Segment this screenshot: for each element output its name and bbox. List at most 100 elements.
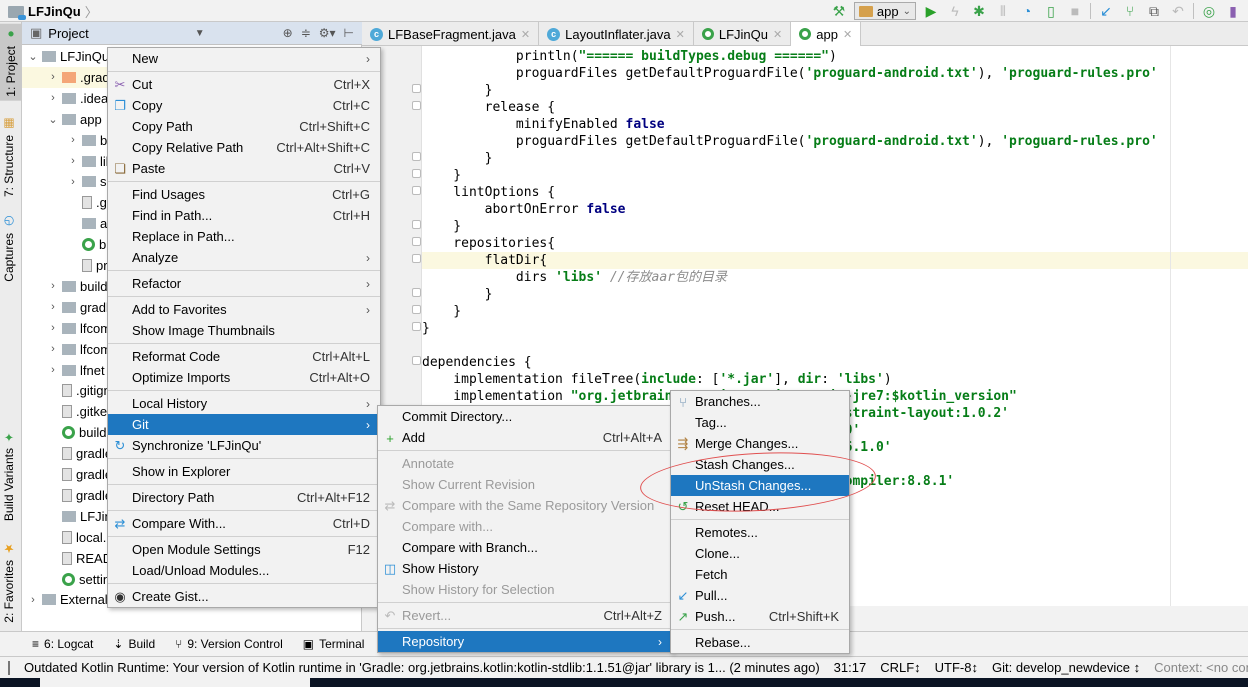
chevron-down-icon[interactable]: ⌄: [48, 113, 58, 126]
chevron-right-icon[interactable]: ›: [68, 134, 78, 146]
close-icon[interactable]: ✕: [843, 28, 852, 41]
attach-debugger-icon[interactable]: ⫴: [994, 2, 1012, 20]
chevron-right-icon[interactable]: ›: [48, 71, 58, 83]
menu-item-clone[interactable]: Clone...: [671, 543, 849, 564]
gradle-sync-icon[interactable]: ◎: [1200, 2, 1218, 20]
line-separator-selector[interactable]: CRLF↕: [880, 660, 920, 675]
menu-item-commit-directory[interactable]: Commit Directory...: [378, 406, 672, 427]
bottom-tool-build[interactable]: ⇣ Build: [113, 637, 155, 651]
menu-item-stash-changes[interactable]: Stash Changes...: [671, 454, 849, 475]
fold-marker-icon[interactable]: [412, 84, 421, 93]
menu-item-copy-relative-path[interactable]: Copy Relative Path Ctrl+Alt+Shift+C: [108, 137, 380, 158]
bottom-tool-terminal[interactable]: ▣ Terminal: [303, 637, 365, 651]
event-log-icon[interactable]: [8, 660, 10, 675]
menu-item-local-history[interactable]: Local History ›: [108, 393, 380, 414]
fold-marker-icon[interactable]: [412, 186, 421, 195]
menu-item-merge-changes[interactable]: ⇶ Merge Changes...: [671, 433, 849, 454]
breadcrumb-project[interactable]: LFJinQu: [28, 4, 81, 19]
menu-item-copy-path[interactable]: Copy Path Ctrl+Shift+C: [108, 116, 380, 137]
avd-manager-icon[interactable]: ▮: [1224, 2, 1242, 20]
bottom-tool-9-version-control[interactable]: ⑂ 9: Version Control: [175, 637, 283, 651]
hammer-build-icon[interactable]: ⚒: [830, 2, 848, 20]
chevron-right-icon[interactable]: ›: [48, 364, 58, 376]
vcs-revert-icon[interactable]: ↶: [1169, 2, 1187, 20]
fold-marker-icon[interactable]: [412, 322, 421, 331]
fold-marker-icon[interactable]: [412, 254, 421, 263]
fold-marker-icon[interactable]: [412, 237, 421, 246]
taskbar-item[interactable]: [40, 678, 310, 687]
menu-item-synchronize-lfjinqu[interactable]: ↻ Synchronize 'LFJinQu': [108, 435, 380, 456]
vcs-history-icon[interactable]: ⧉: [1145, 2, 1163, 20]
debug-icon[interactable]: ✱: [970, 2, 988, 20]
vcs-update-icon[interactable]: ↙: [1097, 2, 1115, 20]
gear-icon[interactable]: ⚙▾: [319, 26, 336, 40]
menu-item-cut[interactable]: ✂ Cut Ctrl+X: [108, 74, 380, 95]
fold-marker-icon[interactable]: [412, 220, 421, 229]
menu-item-analyze[interactable]: Analyze ›: [108, 247, 380, 268]
tool-tab-project[interactable]: 1: Project ●: [0, 24, 22, 101]
project-view-selector[interactable]: Project: [48, 26, 88, 41]
vcs-commit-icon[interactable]: ⑂: [1121, 2, 1139, 20]
menu-item-create-gist[interactable]: ◉ Create Gist...: [108, 586, 380, 607]
tool-tab-build-variants[interactable]: Build Variants ✦: [2, 430, 16, 521]
menu-item-add-to-favorites[interactable]: Add to Favorites ›: [108, 299, 380, 320]
stop-icon[interactable]: ■: [1066, 2, 1084, 20]
run-icon[interactable]: ▶: [922, 2, 940, 20]
menu-item-load-unload-modules[interactable]: Load/Unload Modules...: [108, 560, 380, 581]
fold-marker-icon[interactable]: [412, 288, 421, 297]
editor-tab[interactable]: c LayoutInflater.java ✕: [539, 22, 694, 46]
fold-marker-icon[interactable]: [412, 169, 421, 178]
menu-item-reformat-code[interactable]: Reformat Code Ctrl+Alt+L: [108, 346, 380, 367]
menu-item-show-history[interactable]: ◫ Show History: [378, 558, 672, 579]
menu-item-tag[interactable]: Tag...: [671, 412, 849, 433]
chevron-right-icon[interactable]: ›: [48, 92, 58, 104]
menu-item-branches[interactable]: ⑂ Branches...: [671, 391, 849, 412]
menu-item-copy[interactable]: ❐ Copy Ctrl+C: [108, 95, 380, 116]
chevron-right-icon[interactable]: ›: [48, 280, 58, 292]
chevron-down-icon[interactable]: ⌄: [28, 50, 38, 63]
chevron-right-icon[interactable]: ›: [68, 155, 78, 167]
editor-tab[interactable]: c LFBaseFragment.java ✕: [362, 22, 540, 46]
close-icon[interactable]: ✕: [676, 28, 685, 41]
git-branch-selector[interactable]: Git: develop_newdevice ↕: [992, 660, 1140, 675]
menu-item-directory-path[interactable]: Directory Path Ctrl+Alt+F12: [108, 487, 380, 508]
menu-item-optimize-imports[interactable]: Optimize Imports Ctrl+Alt+O: [108, 367, 380, 388]
menu-item-remotes[interactable]: Remotes...: [671, 522, 849, 543]
chevron-down-icon[interactable]: ▼: [195, 28, 205, 39]
hide-panel-icon[interactable]: ⊢: [344, 26, 354, 40]
menu-item-pull[interactable]: ↙ Pull...: [671, 585, 849, 606]
profiler-icon[interactable]: ◔: [1018, 2, 1036, 20]
apply-changes-icon[interactable]: ϟ: [946, 2, 964, 20]
tool-tab-captures[interactable]: Captures ◷: [2, 215, 16, 282]
bottom-tool-6-logcat[interactable]: ≡ 6: Logcat: [32, 637, 93, 651]
close-icon[interactable]: ✕: [521, 28, 530, 41]
fold-marker-icon[interactable]: [412, 305, 421, 314]
fold-marker-icon[interactable]: [412, 356, 421, 365]
encoding-selector[interactable]: UTF-8↕: [935, 660, 978, 675]
menu-item-new[interactable]: New ›: [108, 48, 380, 69]
editor-tab[interactable]: LFJinQu ✕: [694, 22, 792, 46]
tool-tab-favorites[interactable]: 2: Favorites ★: [2, 542, 16, 623]
menu-item-add[interactable]: + Add Ctrl+Alt+A: [378, 427, 672, 448]
menu-item-compare-with-branch[interactable]: Compare with Branch...: [378, 537, 672, 558]
chevron-right-icon[interactable]: ›: [48, 322, 58, 334]
device-icon[interactable]: ▯: [1042, 2, 1060, 20]
menu-item-rebase[interactable]: Rebase...: [671, 632, 849, 653]
menu-item-replace-in-path[interactable]: Replace in Path...: [108, 226, 380, 247]
breadcrumb[interactable]: LFJinQu 〉: [8, 2, 98, 21]
editor-tab[interactable]: app ✕: [791, 22, 862, 46]
chevron-right-icon[interactable]: ›: [68, 176, 78, 188]
close-icon[interactable]: ✕: [773, 28, 782, 41]
fold-marker-icon[interactable]: [412, 101, 421, 110]
chevron-right-icon[interactable]: ›: [28, 594, 38, 606]
chevron-right-icon[interactable]: ›: [48, 301, 58, 313]
menu-item-reset-head[interactable]: ↺ Reset HEAD...: [671, 496, 849, 517]
menu-item-git[interactable]: Git ›: [108, 414, 380, 435]
menu-item-unstash-changes[interactable]: UnStash Changes...: [671, 475, 849, 496]
tool-tab-structure[interactable]: 7: Structure ▦: [2, 117, 16, 197]
fold-marker-icon[interactable]: [412, 152, 421, 161]
menu-item-show-in-explorer[interactable]: Show in Explorer: [108, 461, 380, 482]
menu-item-compare-with[interactable]: ⇄ Compare With... Ctrl+D: [108, 513, 380, 534]
run-config-dropdown[interactable]: app ⌄: [853, 2, 916, 20]
menu-item-find-in-path[interactable]: Find in Path... Ctrl+H: [108, 205, 380, 226]
